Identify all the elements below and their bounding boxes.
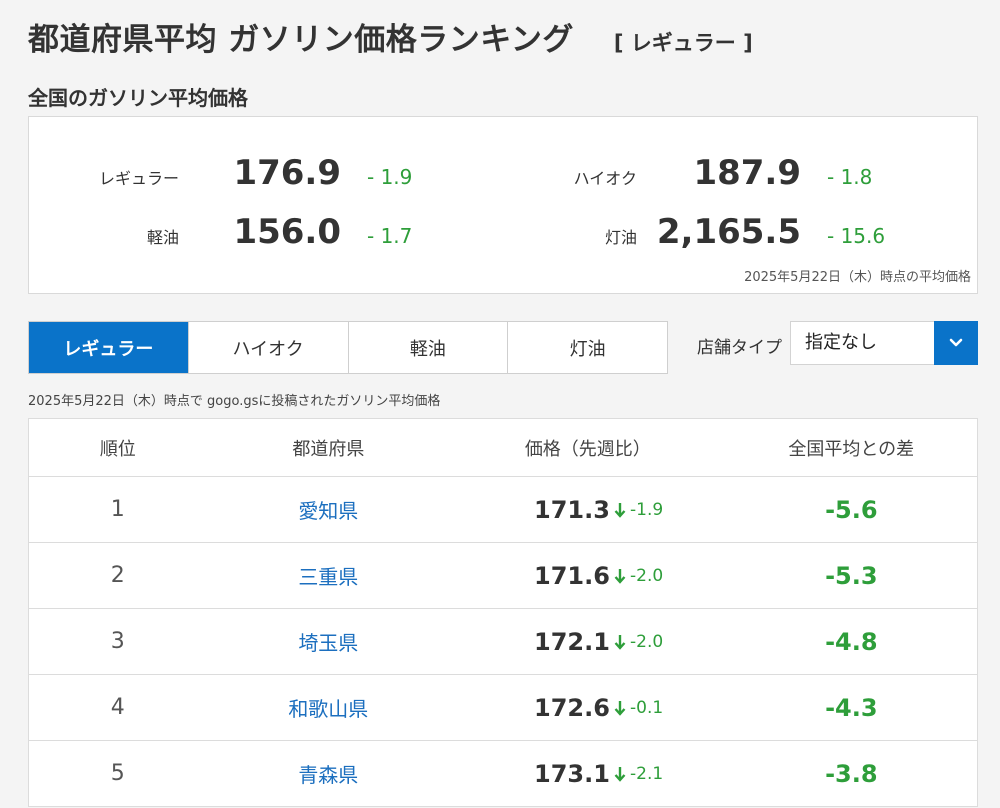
national-diff: - 1.9 — [367, 165, 413, 189]
ranking-table: 順位 都道府県 価格（先週比） 全国平均との差 1 愛知県 171.3 -1.9… — [28, 418, 978, 807]
rank-number: 1 — [110, 497, 125, 522]
national-item-kerosene: 灯油 2,165.5 - 15.6 — [429, 212, 949, 254]
price-change: -0.1 — [630, 697, 664, 718]
data-note: 2025年5月22日（木）時点で gogo.gsに投稿されたガソリン平均価格 — [28, 394, 441, 409]
arrow-down-icon — [614, 568, 626, 584]
prefecture-link[interactable]: 埼玉県 — [298, 631, 358, 655]
prefecture-link[interactable]: 愛知県 — [298, 499, 358, 523]
national-diff: - 1.8 — [827, 165, 873, 189]
national-diff-value: -5.3 — [825, 561, 878, 590]
store-type-value[interactable]: 指定なし — [791, 322, 934, 364]
arrow-down-icon — [614, 634, 626, 650]
updated-timestamp: 2025年5月22日（木）時点の平均価格 — [744, 270, 971, 285]
table-row: 1 愛知県 171.3 -1.9 -5.6 — [29, 477, 977, 543]
national-label: 灯油 — [604, 228, 637, 247]
arrow-down-icon — [614, 502, 626, 518]
national-item-regular: レギュラー 176.9 - 1.9 — [29, 153, 429, 195]
tab-kerosene[interactable]: 灯油 — [508, 322, 667, 373]
table-header: 順位 都道府県 価格（先週比） 全国平均との差 — [29, 419, 977, 477]
page: 都道府県平均 ガソリン価格ランキング [ レギュラー ] 全国のガソリン平均価格… — [0, 0, 1000, 808]
tab-high-octane[interactable]: ハイオク — [189, 322, 349, 373]
national-diff-value: -4.8 — [825, 627, 878, 656]
rank-number: 4 — [110, 695, 125, 720]
national-average-title: 全国のガソリン平均価格 — [28, 86, 248, 110]
prefecture-link[interactable]: 青森県 — [298, 763, 358, 787]
arrow-down-icon — [614, 700, 626, 716]
price-cell: 171.3 -1.9 — [450, 496, 726, 524]
tab-diesel[interactable]: 軽油 — [349, 322, 509, 373]
price-change: -2.1 — [630, 763, 664, 784]
national-diff-value: -3.8 — [825, 759, 878, 788]
header-prefecture: 都道府県 — [292, 438, 365, 460]
table-row: 4 和歌山県 172.6 -0.1 -4.3 — [29, 675, 977, 741]
national-label: ハイオク — [573, 169, 637, 188]
national-value: 176.9 — [233, 153, 341, 193]
rank-number: 5 — [110, 761, 125, 786]
price-change: -2.0 — [630, 631, 664, 652]
store-type-select[interactable]: 指定なし — [790, 321, 978, 365]
prefecture-link[interactable]: 三重県 — [298, 565, 358, 589]
national-value: 2,165.5 — [656, 212, 801, 252]
title-row: 都道府県平均 ガソリン価格ランキング [ レギュラー ] — [28, 14, 753, 59]
price-cell: 171.6 -2.0 — [450, 562, 726, 590]
rank-number: 2 — [110, 563, 125, 588]
price-value: 171.3 — [534, 495, 610, 524]
price-cell: 172.1 -2.0 — [450, 628, 726, 656]
tab-regular[interactable]: レギュラー — [29, 322, 189, 373]
arrow-down-icon — [614, 766, 626, 782]
price-value: 173.1 — [534, 759, 610, 788]
header-price: 価格（先週比） — [524, 438, 651, 460]
page-title: 都道府県平均 ガソリン価格ランキング — [28, 22, 574, 58]
price-change: -1.9 — [630, 499, 664, 520]
price-value: 172.1 — [534, 627, 610, 656]
fuel-tabs: レギュラー ハイオク 軽油 灯油 — [28, 321, 668, 374]
price-cell: 172.6 -0.1 — [450, 694, 726, 722]
rank-number: 3 — [110, 629, 125, 654]
price-value: 172.6 — [534, 693, 610, 722]
national-diff-value: -4.3 — [825, 693, 878, 722]
header-national-diff: 全国平均との差 — [788, 438, 915, 460]
national-label: レギュラー — [98, 169, 179, 188]
national-value: 187.9 — [693, 153, 801, 193]
national-item-diesel: 軽油 156.0 - 1.7 — [29, 212, 429, 254]
prefecture-link[interactable]: 和歌山県 — [288, 697, 368, 721]
national-average-card: レギュラー 176.9 - 1.9 ハイオク 187.9 - 1.8 軽油 15… — [28, 116, 978, 294]
store-type-toggle-button[interactable] — [934, 321, 978, 365]
store-type-label: 店舗タイプ — [697, 338, 782, 358]
header-rank: 順位 — [99, 438, 136, 460]
table-row: 2 三重県 171.6 -2.0 -5.3 — [29, 543, 977, 609]
national-diff: - 1.7 — [367, 224, 413, 248]
national-diff-value: -5.6 — [825, 495, 878, 524]
national-value: 156.0 — [233, 212, 341, 252]
table-row: 3 埼玉県 172.1 -2.0 -4.8 — [29, 609, 977, 675]
table-row: 5 青森県 173.1 -2.1 -3.8 — [29, 741, 977, 807]
price-cell: 173.1 -2.1 — [450, 760, 726, 788]
national-diff: - 15.6 — [827, 224, 886, 248]
national-label: 軽油 — [146, 228, 179, 247]
price-value: 171.6 — [534, 561, 610, 590]
national-item-highoctane: ハイオク 187.9 - 1.8 — [429, 153, 949, 195]
fuel-type-tag: [ レギュラー ] — [613, 31, 753, 55]
price-change: -2.0 — [630, 565, 664, 586]
chevron-down-icon — [949, 338, 963, 347]
